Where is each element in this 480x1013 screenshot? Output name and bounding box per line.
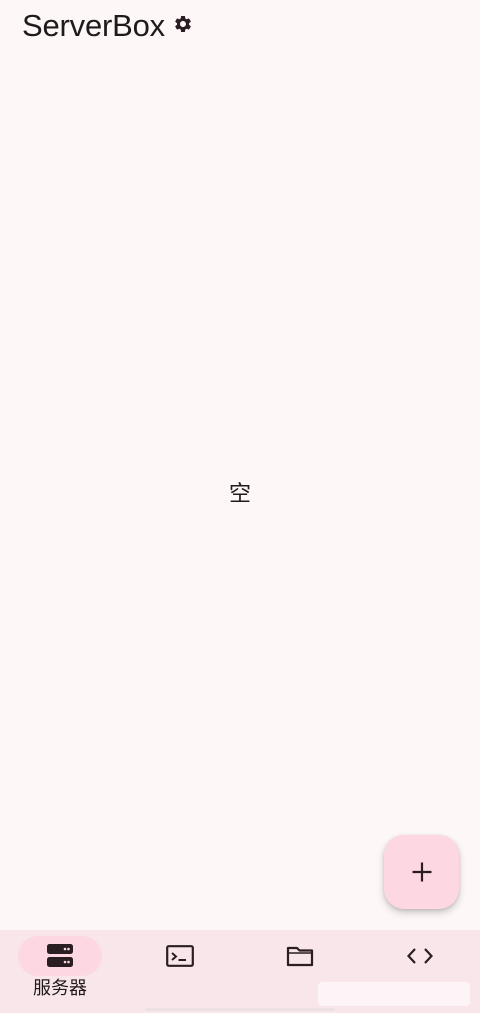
nav-indicator xyxy=(138,936,222,976)
gesture-home-bar[interactable] xyxy=(145,1008,335,1011)
nav-item-terminal[interactable] xyxy=(120,930,240,1013)
top-app-bar: ServerBox xyxy=(0,0,480,50)
nav-highlight xyxy=(318,982,470,1006)
app-screen: ServerBox 空 服务器 xyxy=(0,0,480,1013)
terminal-icon xyxy=(166,945,194,967)
empty-state-text: 空 xyxy=(228,482,251,507)
folder-icon xyxy=(286,946,314,967)
nav-label-servers: 服务器 xyxy=(33,978,87,999)
code-icon xyxy=(406,948,434,964)
nav-indicator xyxy=(378,936,462,976)
nav-active-indicator xyxy=(18,936,102,976)
add-server-button[interactable] xyxy=(384,835,459,909)
nav-item-servers[interactable]: 服务器 xyxy=(0,930,120,1013)
app-title: ServerBox xyxy=(22,7,165,43)
gear-icon xyxy=(175,15,191,32)
server-icon xyxy=(47,944,73,967)
nav-indicator xyxy=(258,936,342,976)
settings-button[interactable] xyxy=(171,12,195,36)
plus-icon xyxy=(412,862,431,882)
